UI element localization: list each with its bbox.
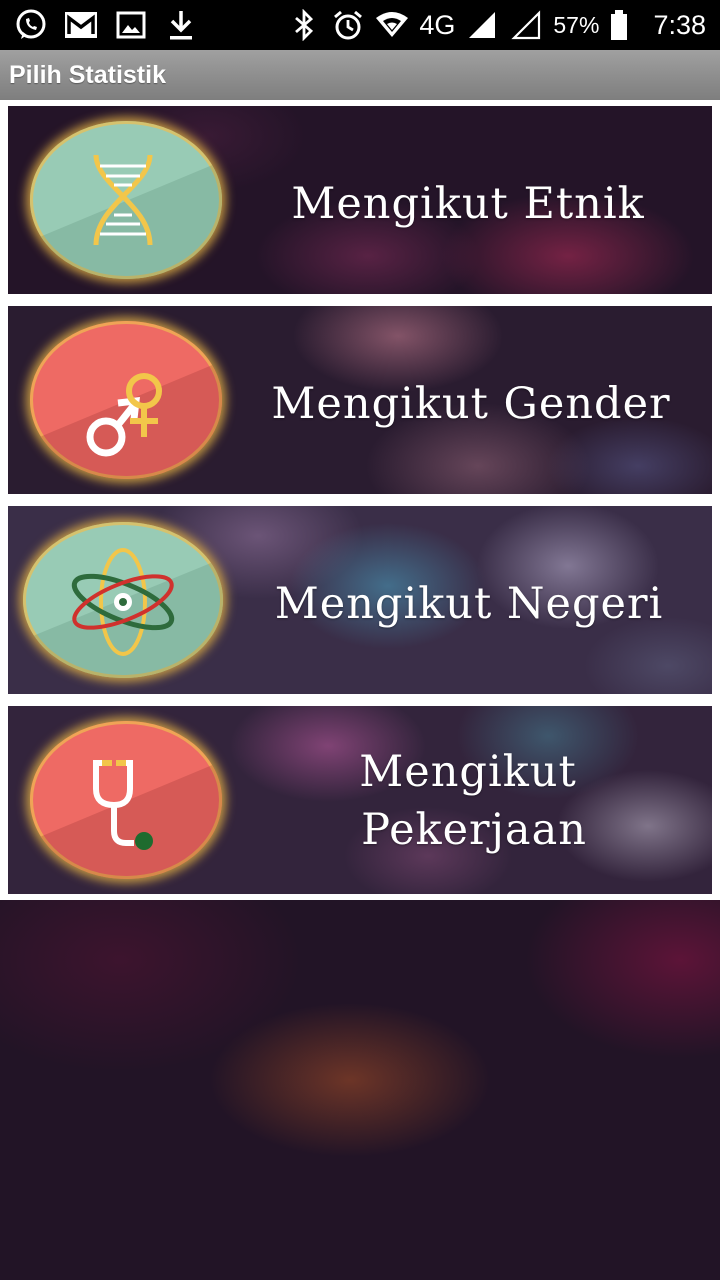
menu-item-label: Mengikut Etnik (291, 179, 645, 229)
menu-item-label: Mengikut Gender (271, 379, 671, 429)
status-bar: 4G 57% 7:38 (0, 0, 720, 50)
alarm-icon (331, 8, 365, 42)
stethoscope-icon (30, 721, 222, 879)
menu-item-negeri[interactable]: Mengikut Negeri (8, 506, 712, 694)
signal-empty-icon (509, 8, 543, 42)
menu-item-label-line2: Pekerjaan (361, 805, 587, 855)
battery-icon (609, 8, 629, 42)
menu-item-etnik[interactable]: Mengikut Etnik (8, 106, 712, 294)
page-title: Pilih Statistik (9, 60, 166, 89)
battery-percent: 57% (553, 11, 600, 38)
statistics-menu: Mengikut Etnik Mengikut Gender Mengikut … (0, 100, 720, 900)
wifi-icon (375, 8, 409, 42)
menu-item-label-line1: Mengikut (359, 747, 577, 797)
gender-icon (30, 321, 222, 479)
atom-icon (23, 522, 223, 678)
bluetooth-icon (287, 8, 321, 42)
action-bar: Pilih Statistik (0, 50, 720, 100)
signal-icon (465, 8, 499, 42)
menu-item-label: Mengikut Negeri (274, 579, 664, 629)
menu-item-pekerjaan[interactable]: Mengikut Pekerjaan (8, 706, 712, 894)
network-type: 4G (419, 9, 456, 40)
whatsapp-icon (14, 8, 48, 42)
dna-icon (30, 121, 222, 279)
clock: 7:38 (653, 9, 706, 40)
download-icon (164, 8, 198, 42)
image-icon (114, 8, 148, 42)
gmail-icon (64, 8, 98, 42)
menu-item-gender[interactable]: Mengikut Gender (8, 306, 712, 494)
